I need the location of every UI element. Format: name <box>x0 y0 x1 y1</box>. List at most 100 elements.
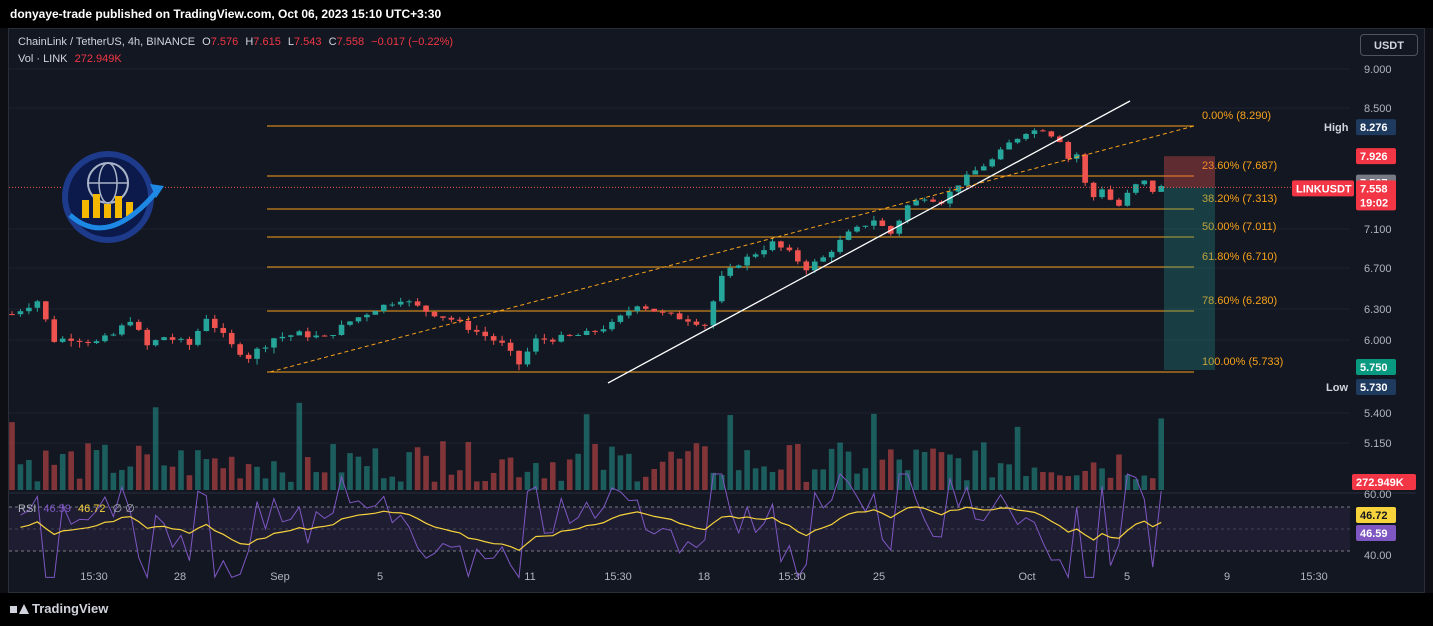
volume-bar <box>1065 476 1072 490</box>
volume-bar <box>702 446 708 490</box>
symbol-price-tag-text: LINKUSDT <box>1296 183 1352 195</box>
candle-body <box>465 320 472 330</box>
candle-body <box>1107 189 1114 200</box>
volume-bar <box>735 470 742 490</box>
candle-body <box>617 315 624 322</box>
candle-body <box>381 304 387 312</box>
volume-bar <box>938 452 945 490</box>
volume-bar <box>524 471 531 490</box>
candle-body <box>820 257 826 262</box>
volume-bar <box>279 472 286 490</box>
volume-bar <box>169 466 176 490</box>
high-value: 7.615 <box>253 36 281 48</box>
high-value-text: 8.276 <box>1360 122 1388 134</box>
volume-bar <box>178 450 184 490</box>
volume-bar <box>980 442 987 490</box>
candle-body <box>397 301 404 305</box>
candle-body <box>558 334 565 342</box>
candle-body <box>710 301 717 326</box>
volume-bar <box>550 462 556 490</box>
volume-bar <box>482 481 488 490</box>
tradingview-logo[interactable]: TradingView <box>10 601 108 616</box>
volume-bar <box>609 446 615 490</box>
volume-bar <box>1023 476 1029 490</box>
volume-bar <box>152 407 159 490</box>
volume-bar <box>457 470 463 490</box>
tradingview-icon <box>10 603 29 615</box>
volume-bar <box>203 459 210 490</box>
low-label: Low <box>1322 379 1352 395</box>
volume-bar <box>34 481 41 490</box>
candle-body <box>634 306 641 312</box>
candle-body <box>693 321 700 325</box>
candle-body <box>102 335 108 342</box>
volume-bar <box>372 448 379 490</box>
time-tick-label: 15:30 <box>778 571 806 583</box>
volume-legend[interactable]: Vol · LINK 272.949K <box>18 53 122 65</box>
volume-bar <box>930 448 936 490</box>
rsi-empty-values: ∅ ∅ <box>112 503 135 515</box>
volume-bar <box>440 441 446 490</box>
candle-body <box>795 250 801 262</box>
volume-bar <box>727 415 734 490</box>
candle-body <box>600 329 607 332</box>
volume-bar <box>583 414 590 490</box>
volume-bar <box>651 468 657 490</box>
candle-body <box>304 331 311 338</box>
candle-body <box>752 254 759 257</box>
volume-bar <box>617 455 624 490</box>
volume-tag: 272.949K <box>1352 474 1416 490</box>
volume-bar <box>837 442 843 490</box>
symbol-name[interactable]: ChainLink / TetherUS, 4h, BINANCE <box>18 36 195 48</box>
volume-bar <box>313 472 319 490</box>
rsi-legend[interactable]: RSI 46.59 46.72 ∅ ∅ <box>18 502 135 515</box>
time-tick-label: 11 <box>524 571 535 583</box>
symbol-legend[interactable]: ChainLink / TetherUS, 4h, BINANCE O7.576… <box>18 36 453 48</box>
volume-bar <box>668 451 674 490</box>
volume-bar <box>406 452 412 490</box>
fib-level-label: 0.00% (8.290) <box>1202 110 1271 122</box>
time-tick-label: 18 <box>698 571 710 583</box>
volume-bar <box>381 478 387 490</box>
volume-bar <box>744 450 750 490</box>
candle-body <box>803 261 810 271</box>
chart-canvas[interactable]: 0.00% (8.290)23.60% (7.687)38.20% (7.313… <box>0 0 1433 626</box>
volume-bar <box>9 422 15 490</box>
candle-body <box>609 321 615 330</box>
volume-bar <box>997 463 1004 490</box>
candle-body <box>448 317 455 320</box>
time-tick-label: 28 <box>174 571 186 583</box>
candle-body <box>26 307 32 312</box>
volume-bar <box>473 481 480 490</box>
candle-body <box>499 340 505 343</box>
last-price: 7.558 <box>1356 180 1396 197</box>
currency-button[interactable]: USDT <box>1360 34 1418 56</box>
footer: TradingView <box>0 593 1433 626</box>
candle-body <box>1116 199 1122 206</box>
candle-body <box>761 250 767 255</box>
candle-body <box>997 149 1004 160</box>
stop-price: 5.750 <box>1356 358 1396 375</box>
logo-bar-3 <box>104 204 111 218</box>
time-tick-label: 5 <box>377 571 383 583</box>
change-value: −0.017 (−0.22%) <box>371 36 454 48</box>
volume-bar <box>1141 475 1148 490</box>
close-value: 7.558 <box>336 36 365 48</box>
candle-body <box>389 304 396 306</box>
candle-body <box>186 338 193 345</box>
ascending-trendline <box>607 100 1131 384</box>
candle-body <box>668 312 674 314</box>
volume-bar <box>566 459 573 490</box>
candle-body <box>1014 138 1021 143</box>
volume-bar <box>761 466 767 490</box>
price-tick-label: 6.300 <box>1364 304 1392 316</box>
candle-body <box>364 314 370 318</box>
volume-bar <box>626 453 632 490</box>
candle-body <box>778 241 784 248</box>
candle-body <box>811 261 818 271</box>
channel-line-dashed <box>269 125 1195 373</box>
volume-bar <box>516 477 522 490</box>
volume-bar <box>1031 467 1038 490</box>
candle-body <box>195 330 201 345</box>
volume-bar <box>1057 475 1063 490</box>
